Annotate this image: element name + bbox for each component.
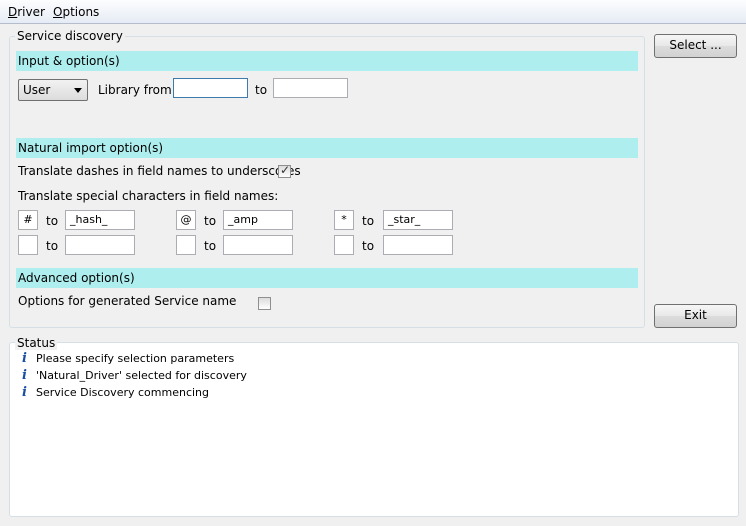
replacement-input[interactable]: _star_	[383, 210, 453, 230]
type-select[interactable]: User	[18, 79, 88, 101]
translate-special-label: Translate special characters in field na…	[18, 189, 279, 203]
special-char-input[interactable]: *	[334, 210, 354, 230]
replacement-input[interactable]: _amp	[223, 210, 293, 230]
to-label: to	[362, 214, 375, 228]
menu-options[interactable]: Options	[53, 5, 99, 19]
status-message: i 'Natural_Driver' selected for discovery	[22, 369, 247, 383]
menu-driver[interactable]: Driver	[8, 5, 45, 19]
special-char-input[interactable]: #	[18, 210, 38, 230]
service-discovery-title: Service discovery	[15, 29, 125, 43]
to-label: to	[46, 214, 59, 228]
status-title: Status	[15, 336, 58, 350]
to-label: to	[46, 239, 59, 253]
menu-bar: Driver Options	[0, 0, 746, 24]
service-name-options-checkbox[interactable]	[258, 297, 271, 310]
replacement-input[interactable]	[383, 235, 453, 255]
input-options-header: Input & option(s)	[16, 51, 638, 71]
info-icon: i	[22, 351, 27, 366]
exit-button[interactable]: Exit	[654, 304, 737, 328]
replacement-input[interactable]	[65, 235, 135, 255]
library-from-input[interactable]	[173, 78, 248, 98]
select-button[interactable]: Select ...	[654, 34, 737, 58]
replacement-input[interactable]: _hash_	[65, 210, 135, 230]
advanced-options-header: Advanced option(s)	[16, 268, 638, 288]
to-label: to	[204, 239, 217, 253]
special-char-input[interactable]	[334, 235, 354, 255]
library-to-input[interactable]	[273, 78, 348, 98]
service-name-options-label: Options for generated Service name	[18, 294, 237, 308]
info-icon: i	[22, 368, 27, 383]
to-label: to	[362, 239, 375, 253]
replacement-input[interactable]	[223, 235, 293, 255]
special-char-input[interactable]	[176, 235, 196, 255]
info-icon: i	[22, 385, 27, 400]
checkmark-icon: ✓	[280, 163, 291, 177]
status-message-text: 'Natural_Driver' selected for discovery	[36, 369, 247, 382]
library-to-label: to	[255, 83, 268, 97]
to-label: to	[204, 214, 217, 228]
status-message-text: Please specify selection parameters	[36, 352, 235, 365]
status-message-text: Service Discovery commencing	[36, 386, 209, 399]
translate-dashes-label: Translate dashes in field names to under…	[18, 164, 301, 178]
library-from-label: Library from	[98, 83, 172, 97]
special-char-input[interactable]	[18, 235, 38, 255]
natural-import-header: Natural import option(s)	[16, 138, 638, 158]
chevron-down-icon	[74, 88, 82, 93]
status-message: i Please specify selection parameters	[22, 352, 234, 366]
special-char-input[interactable]: @	[176, 210, 196, 230]
status-message: i Service Discovery commencing	[22, 386, 209, 400]
type-select-value: User	[23, 83, 51, 97]
translate-dashes-checkbox[interactable]: ✓	[278, 163, 291, 178]
